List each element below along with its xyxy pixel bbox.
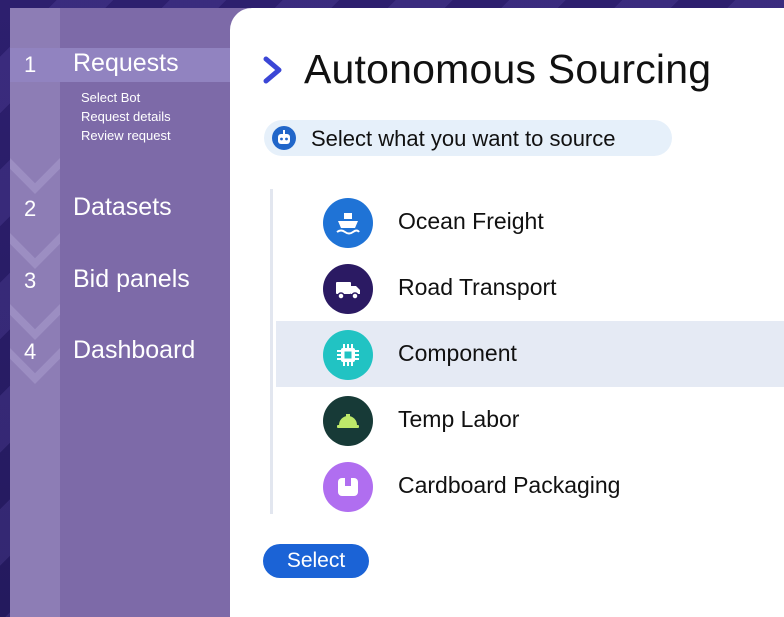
- step-dashboard[interactable]: 4 Dashboard: [10, 335, 250, 369]
- step-number: 1: [24, 52, 37, 77]
- step-label: Datasets: [73, 193, 172, 221]
- option-label: Temp Labor: [398, 406, 520, 432]
- step-number: 3: [24, 268, 37, 293]
- sourcing-card: Autonomous Sourcing Select what you want…: [230, 8, 784, 617]
- option-label: Cardboard Packaging: [398, 472, 621, 498]
- option-label: Component: [398, 340, 517, 366]
- package-icon: [323, 462, 373, 512]
- request-substeps: Select Bot Request details Review reques…: [81, 88, 171, 145]
- chip-icon: [323, 330, 373, 380]
- option-ocean-freight[interactable]: Ocean Freight: [276, 189, 784, 255]
- step-label: Bid panels: [73, 265, 190, 293]
- chevron-right-icon: [263, 56, 282, 84]
- step-requests[interactable]: 1 Requests: [10, 48, 250, 82]
- robot-icon: [272, 126, 296, 150]
- step-label: Requests: [73, 49, 179, 77]
- substep-request-details[interactable]: Request details: [81, 107, 171, 126]
- substep-review-request[interactable]: Review request: [81, 126, 171, 145]
- truck-icon: [323, 264, 373, 314]
- option-temp-labor[interactable]: Temp Labor: [276, 387, 784, 453]
- select-button[interactable]: Select: [263, 544, 369, 578]
- sourcing-options-list: Ocean Freight Road Transport Component T…: [270, 189, 784, 514]
- prompt-banner: Select what you want to source: [264, 120, 672, 156]
- hard-hat-icon: [323, 396, 373, 446]
- ship-icon: [323, 198, 373, 248]
- step-number: 2: [24, 196, 37, 221]
- step-bid-panels[interactable]: 3 Bid panels: [10, 264, 250, 298]
- prompt-text: Select what you want to source: [311, 126, 616, 151]
- substep-select-bot[interactable]: Select Bot: [81, 88, 171, 107]
- step-datasets[interactable]: 2 Datasets: [10, 192, 250, 226]
- steps-sidebar: 1 Requests Select Bot Request details Re…: [10, 8, 250, 617]
- option-cardboard-packaging[interactable]: Cardboard Packaging: [276, 453, 784, 519]
- option-label: Ocean Freight: [398, 208, 544, 234]
- step-number: 4: [24, 339, 37, 364]
- page-title: Autonomous Sourcing: [304, 46, 712, 92]
- option-road-transport[interactable]: Road Transport: [276, 255, 784, 321]
- option-label: Road Transport: [398, 274, 557, 300]
- step-label: Dashboard: [73, 336, 196, 364]
- option-component[interactable]: Component: [276, 321, 784, 387]
